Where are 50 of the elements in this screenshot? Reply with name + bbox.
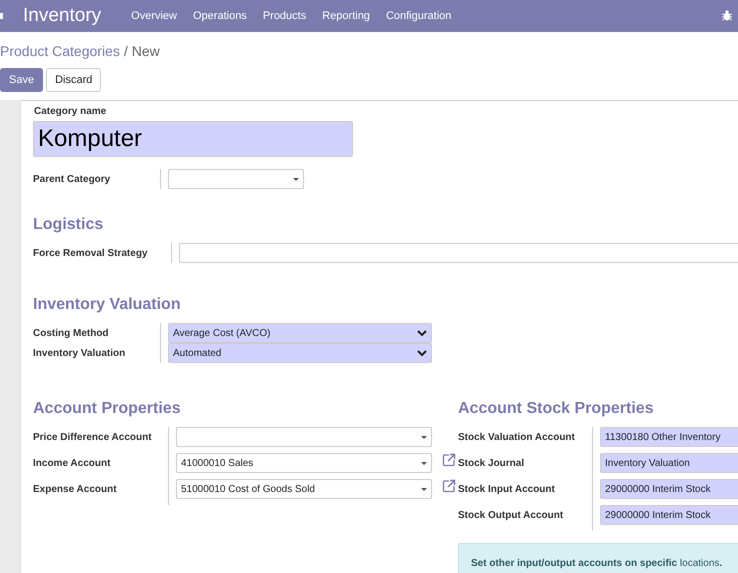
menu-item[interactable]: Configuration [386, 8, 452, 24]
dropdown-field[interactable] [179, 243, 738, 263]
menu-item[interactable]: Operations [193, 8, 247, 24]
apps-icon[interactable] [0, 13, 3, 19]
dropdown-field[interactable]: Inventory Valuation [600, 453, 738, 473]
breadcrumb-current: New [132, 43, 160, 59]
dropdown-field[interactable]: 11300180 Other Inventory [600, 427, 738, 447]
dropdown-field[interactable] [176, 427, 432, 447]
select-field[interactable]: Average Cost (AVCO) [168, 323, 432, 343]
caret-icon [421, 436, 427, 438]
breadcrumb-separator: / [124, 43, 128, 59]
app-title[interactable]: Inventory [23, 2, 102, 30]
field-label: Income Account [33, 458, 110, 469]
dropdown-field[interactable] [168, 169, 304, 189]
field-label: Expense Account [33, 484, 117, 495]
dropdown-field[interactable]: 41000010 Sales [176, 453, 432, 473]
select-field[interactable]: Automated [168, 343, 432, 363]
breadcrumb-link[interactable]: Product Categories [0, 43, 120, 59]
menu-item[interactable]: Overview [131, 8, 177, 24]
field-label: Force Removal Strategy [33, 248, 148, 259]
field-label: Stock Valuation Account [458, 432, 575, 443]
alert-text: Set other input/output accounts on specific locations. [471, 557, 724, 571]
external-link-icon[interactable] [442, 453, 456, 467]
field-label: Stock Journal [458, 458, 524, 469]
dropdown-field[interactable]: 51000010 Cost of Goods Sold [176, 479, 432, 499]
field-label: Stock Output Account [458, 510, 564, 521]
section-title: Inventory Valuation [33, 295, 182, 315]
caret-icon [293, 178, 299, 180]
chevron-icon [417, 330, 427, 336]
name-field[interactable]: Komputer [33, 121, 353, 157]
field-label: Costing Method [33, 328, 109, 339]
field-label: Parent Category [33, 174, 110, 185]
dropdown-field[interactable]: 29000000 Interim Stock [600, 505, 738, 525]
field-label: Stock Input Account [458, 484, 555, 495]
locations-link[interactable]: locations [680, 558, 720, 569]
field-label: Inventory Valuation [33, 348, 126, 359]
caret-icon [421, 462, 427, 464]
discard-button[interactable]: Discard [46, 68, 102, 92]
caret-icon [421, 488, 427, 490]
field-label: Price Difference Account [33, 432, 152, 443]
menu-item[interactable]: Products [262, 8, 306, 24]
section-title: Logistics [33, 215, 104, 235]
menu-item[interactable]: Reporting [322, 8, 370, 24]
field-label: Category name [33, 105, 108, 119]
dropdown-field[interactable]: 29000000 Interim Stock [600, 479, 738, 499]
section-title: Account Stock Properties [458, 399, 655, 419]
section-title: Account Properties [33, 399, 182, 419]
save-button[interactable]: Save [0, 68, 44, 92]
chevron-icon [417, 350, 427, 356]
external-link-icon[interactable] [442, 479, 456, 493]
